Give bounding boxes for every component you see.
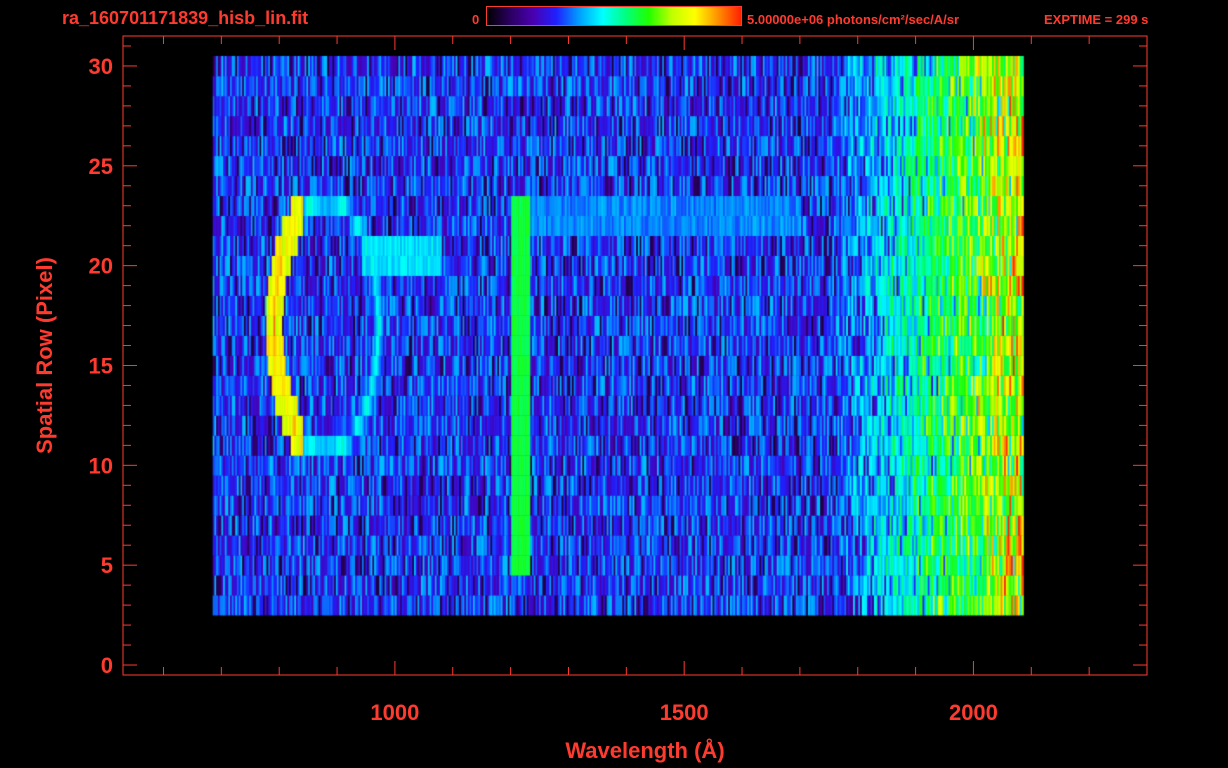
chart-axes: 1000 1500 2000 0 5 10 15 20 25 30 Wavelength (Å) Sp…: [32, 35, 1148, 763]
exposure-time-label: EXPTIME = 299 s: [1044, 12, 1149, 27]
y-tick-label: 5: [101, 553, 113, 578]
colorbar: [486, 6, 742, 26]
y-tick-label: 10: [89, 453, 113, 478]
y-tick-label: 0: [101, 653, 113, 678]
y-tick-label: 20: [89, 254, 113, 279]
colorbar-max-label: 5.00000e+06 photons/cm²/sec/A/sr: [747, 12, 960, 27]
y-tick-label: 25: [89, 154, 113, 179]
file-title: ra_160701171839_hisb_lin.fit: [62, 8, 309, 28]
plot-frame: [122, 35, 1148, 676]
colorbar-min-label: 0: [472, 12, 480, 27]
x-tick-label: 2000: [949, 700, 998, 725]
x-tick-label: 1000: [370, 700, 419, 725]
x-tick-label: 1500: [660, 700, 709, 725]
y-tick-label: 15: [89, 353, 113, 378]
x-axis-label: Wavelength (Å): [565, 737, 724, 763]
y-axis-label: Spatial Row (Pixel): [32, 257, 57, 454]
y-tick-label: 30: [89, 54, 113, 79]
